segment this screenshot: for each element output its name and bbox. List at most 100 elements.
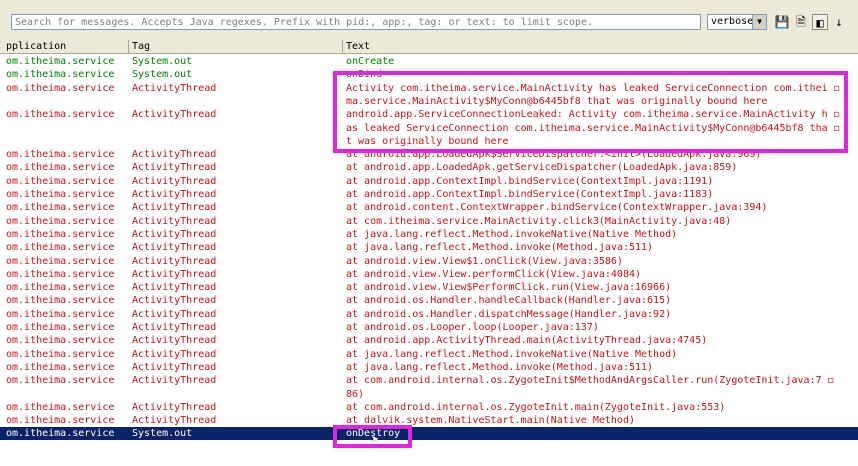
row-app: om.itheima.service (6, 82, 115, 94)
row-app: om.itheima.service (6, 348, 115, 360)
row-app: om.itheima.service (6, 255, 115, 267)
table-row[interactable]: om.itheima.service ActivityThread at andro… (0, 321, 858, 334)
row-tag: ActivityThread (132, 415, 217, 427)
row-app: om.itheima.service (6, 401, 115, 413)
table-row[interactable]: 86) (0, 388, 858, 401)
row-text: t was originally bound here (346, 135, 509, 147)
row-app: om.itheima.service (6, 69, 115, 81)
row-text: android.app.ServiceConnectionLeaked: Act… (346, 109, 840, 121)
table-row[interactable]: om.itheima.service ActivityThread Activity… (0, 82, 858, 95)
row-text: at android.view.View$1.onClick(View.java… (346, 255, 623, 267)
row-text: at android.app.ContextImpl.bindService(C… (346, 189, 714, 200)
log-level-select[interactable]: verbose ▼ (707, 14, 767, 30)
clear-log-icon[interactable]: 🗎 (793, 14, 809, 30)
row-text: onBind (346, 69, 383, 81)
row-tag: ActivityThread (132, 189, 217, 200)
row-tag: ActivityThread (132, 202, 217, 214)
row-app: om.itheima.service (6, 295, 115, 307)
row-text: at android.app.LoadedApk.getServiceDispa… (346, 162, 738, 174)
table-row[interactable]: om.itheima.service System.out onBind (0, 68, 858, 81)
row-text: at android.app.LoadedApk$ServiceDispatch… (346, 149, 762, 161)
table-row[interactable]: om.itheima.service ActivityThread at dalvi… (0, 414, 858, 427)
column-tag[interactable]: Tag (128, 40, 150, 53)
column-application[interactable]: pplication (3, 40, 66, 53)
row-tag: ActivityThread (132, 375, 217, 387)
logcat-toolbar: Search for messages. Accepts Java regexe… (0, 0, 858, 40)
table-row[interactable]: t was originally bound here (0, 135, 858, 148)
save-icon[interactable]: 💾 (774, 14, 790, 30)
row-text: at java.lang.reflect.Method.invokeNative… (346, 348, 678, 360)
row-app: om.itheima.service (6, 335, 115, 347)
table-row[interactable]: om.itheima.service ActivityThread at andro… (0, 268, 858, 281)
log-level-value: verbose (711, 16, 754, 27)
table-row[interactable]: om.itheima.service System.out onDestroy (0, 427, 858, 441)
row-tag: ActivityThread (132, 162, 217, 174)
chevron-down-icon: ▼ (752, 15, 766, 29)
row-text: at android.content.ContextWrapper.bindSe… (346, 202, 768, 214)
table-row[interactable]: om.itheima.service ActivityThread at java.… (0, 348, 858, 361)
row-text: at android.app.ContextImpl.bindService(C… (346, 175, 714, 187)
table-row[interactable]: om.itheima.service ActivityThread at com.a… (0, 401, 858, 414)
row-tag: ActivityThread (132, 361, 217, 373)
table-row[interactable]: om.itheima.service ActivityThread at andro… (0, 294, 858, 307)
table-row[interactable]: om.itheima.service ActivityThread at java.… (0, 228, 858, 241)
table-row[interactable]: om.itheima.service ActivityThread at andro… (0, 148, 858, 161)
table-row[interactable]: om.itheima.service System.out onCreate (0, 55, 858, 68)
table-row[interactable]: om.itheima.service ActivityThread android.… (0, 108, 858, 121)
table-row[interactable]: om.itheima.service ActivityThread at andro… (0, 161, 858, 174)
row-tag: ActivityThread (132, 295, 217, 307)
row-tag: System.out (132, 56, 193, 67)
row-tag: ActivityThread (132, 255, 217, 267)
row-app: om.itheima.service (6, 375, 115, 387)
row-tag: ActivityThread (132, 109, 217, 121)
search-input[interactable]: Search for messages. Accepts Java regexe… (11, 14, 701, 30)
row-app: om.itheima.service (6, 215, 115, 227)
scroll-lock-icon[interactable]: ↓ (831, 14, 847, 30)
row-app: om.itheima.service (6, 175, 115, 187)
row-text: at java.lang.reflect.Method.invoke(Metho… (346, 361, 654, 373)
row-text: as leaked ServiceConnection com.itheima.… (346, 122, 840, 134)
toggle-filters-icon[interactable]: ◧ (812, 14, 828, 30)
table-row[interactable]: om.itheima.service ActivityThread at andro… (0, 334, 858, 347)
row-tag: ActivityThread (132, 82, 217, 94)
row-app: om.itheima.service (6, 415, 115, 427)
table-row[interactable]: om.itheima.service ActivityThread at java.… (0, 241, 858, 254)
row-text: at android.os.Looper.loop(Looper.java:13… (346, 322, 599, 333)
row-text: at android.view.View$PerformClick.run(Vi… (346, 282, 672, 294)
table-row[interactable]: om.itheima.service ActivityThread at com.i… (0, 215, 858, 228)
table-row[interactable]: om.itheima.service ActivityThread at andro… (0, 308, 858, 321)
table-row[interactable]: om.itheima.service ActivityThread at andro… (0, 175, 858, 188)
row-app: om.itheima.service (6, 282, 115, 294)
row-app: om.itheima.service (6, 189, 115, 200)
table-row[interactable]: ma.service.MainActivity$MyConn@b6445bf8 … (0, 95, 858, 108)
row-text: at com.android.internal.os.ZygoteInit.ma… (346, 401, 726, 413)
row-text: at android.os.Handler.handleCallback(Han… (346, 295, 672, 307)
table-row[interactable]: om.itheima.service ActivityThread at andro… (0, 188, 858, 201)
mouse-cursor-icon: ➤ (371, 432, 380, 448)
row-app: om.itheima.service (6, 322, 115, 333)
table-row[interactable]: om.itheima.service ActivityThread at andro… (0, 201, 858, 214)
row-tag: ActivityThread (132, 175, 217, 187)
row-tag: ActivityThread (132, 268, 217, 280)
row-app: om.itheima.service (6, 202, 115, 214)
table-row[interactable]: om.itheima.service ActivityThread at andro… (0, 281, 858, 294)
table-row[interactable]: om.itheima.service ActivityThread at java.… (0, 361, 858, 374)
row-app: om.itheima.service (6, 268, 115, 280)
row-tag: ActivityThread (132, 401, 217, 413)
row-tag: System.out (132, 69, 193, 81)
table-row[interactable]: as leaked ServiceConnection com.itheima.… (0, 122, 858, 135)
table-row[interactable]: om.itheima.service ActivityThread at com.a… (0, 374, 858, 387)
row-tag: ActivityThread (132, 348, 217, 360)
row-app: om.itheima.service (6, 361, 115, 373)
column-text[interactable]: Text (342, 40, 370, 53)
row-text: ma.service.MainActivity$MyConn@b6445bf8 … (346, 95, 768, 107)
row-tag: ActivityThread (132, 308, 217, 320)
row-text: onCreate (346, 56, 395, 67)
row-app: om.itheima.service (6, 149, 115, 161)
row-text: at java.lang.reflect.Method.invokeNative… (346, 228, 678, 240)
row-text: at android.view.View.performClick(View.j… (346, 268, 642, 280)
table-row[interactable]: om.itheima.service ActivityThread at andro… (0, 255, 858, 268)
row-app: om.itheima.service (6, 162, 115, 174)
row-text: at java.lang.reflect.Method.invoke(Metho… (346, 242, 654, 254)
row-tag: ActivityThread (132, 282, 217, 294)
